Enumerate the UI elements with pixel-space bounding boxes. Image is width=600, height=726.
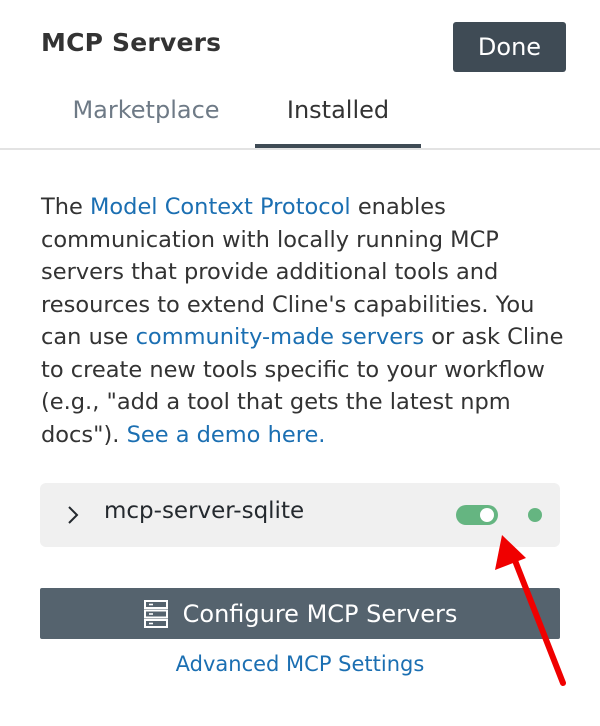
see-demo-link[interactable]: See a demo here. xyxy=(127,422,326,448)
done-button[interactable]: Done xyxy=(453,22,566,72)
desc-text-1: The xyxy=(41,194,90,220)
tab-bar: Marketplace Installed xyxy=(0,96,600,150)
configure-mcp-servers-button[interactable]: Configure MCP Servers xyxy=(40,588,560,639)
configure-label: Configure MCP Servers xyxy=(182,599,458,628)
tab-installed[interactable]: Installed xyxy=(255,96,421,146)
tab-marketplace[interactable]: Marketplace xyxy=(56,96,236,146)
mcp-description: The Model Context Protocol enables commu… xyxy=(41,191,581,451)
server-name: mcp-server-sqlite xyxy=(104,498,305,524)
server-status-indicator xyxy=(528,508,542,522)
community-servers-link[interactable]: community-made servers xyxy=(136,324,425,350)
chevron-right-icon[interactable] xyxy=(63,502,83,528)
server-row-mcp-server-sqlite[interactable]: mcp-server-sqlite xyxy=(40,483,560,547)
toggle-knob xyxy=(480,508,494,522)
advanced-mcp-settings-link[interactable]: Advanced MCP Settings xyxy=(0,652,600,676)
page-title: MCP Servers xyxy=(41,28,222,57)
model-context-protocol-link[interactable]: Model Context Protocol xyxy=(90,194,351,220)
server-stack-icon xyxy=(143,599,168,628)
server-enable-toggle[interactable] xyxy=(456,505,498,525)
header: MCP Servers Done Marketplace Installed xyxy=(0,0,600,150)
active-tab-indicator xyxy=(255,144,421,148)
tab-installed-label: Installed xyxy=(286,96,390,124)
tab-marketplace-label: Marketplace xyxy=(72,96,220,124)
